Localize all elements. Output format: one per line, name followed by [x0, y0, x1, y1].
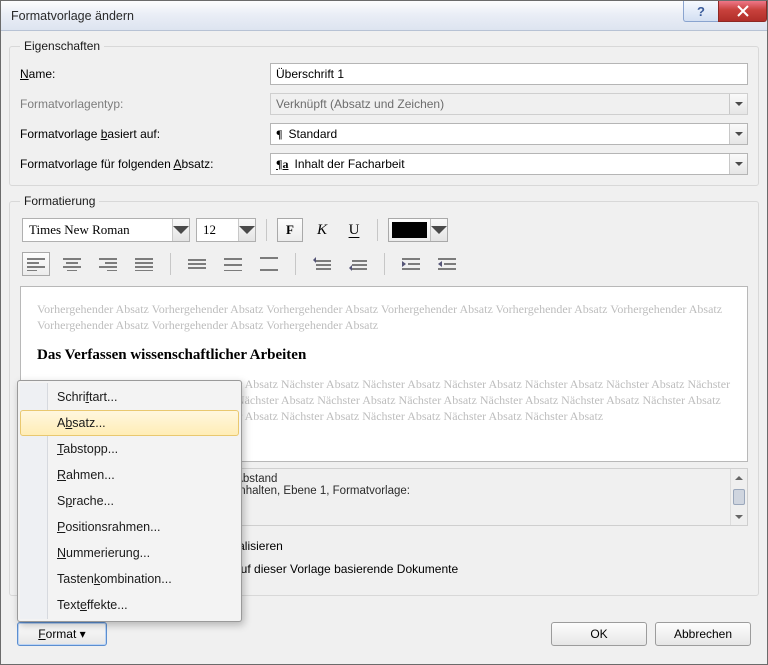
align-left-button[interactable]: [22, 252, 50, 276]
client-area: Eigenschaften NName:ame: Formatvorlagent…: [9, 39, 759, 656]
pilcrow-underline-icon: ¶a: [276, 157, 288, 172]
formatting-toolbar: Times New Roman 12 F K U: [20, 218, 748, 242]
style-name-input[interactable]: [270, 63, 748, 85]
indent-decrease-button[interactable]: [397, 252, 425, 276]
align-justify-button[interactable]: [130, 252, 158, 276]
menu-item-paragraph[interactable]: Absatz...: [20, 410, 239, 436]
close-icon: [737, 5, 749, 17]
menu-item-tabs[interactable]: Tabstopp...: [20, 436, 239, 462]
toolbar-separator: [266, 219, 267, 241]
preview-sample-heading: Das Verfassen wissenschaftlicher Arbeite…: [37, 345, 731, 365]
help-button[interactable]: ?: [683, 1, 718, 22]
menu-item-border[interactable]: Rahmen...: [20, 462, 239, 488]
styletype-label: Formatvorlagentyp:: [20, 97, 270, 111]
properties-group: Eigenschaften NName:ame: Formatvorlagent…: [9, 39, 759, 186]
linespace-1-button[interactable]: [183, 252, 211, 276]
italic-button[interactable]: K: [309, 218, 335, 242]
toolbar-separator: [170, 253, 171, 275]
toolbar-separator: [377, 219, 378, 241]
preview-before-text: Vorhergehender Absatz Vorhergehender Abs…: [37, 301, 731, 333]
format-menu: Schriftart... Absatz... Tabstopp... Rahm…: [17, 380, 242, 622]
bold-button[interactable]: F: [277, 218, 303, 242]
chevron-down-icon[interactable]: [430, 219, 447, 241]
cancel-button[interactable]: Abbrechen: [655, 622, 751, 646]
font-value: Times New Roman: [29, 222, 130, 238]
linespace-2-button[interactable]: [255, 252, 283, 276]
close-button[interactable]: [718, 1, 767, 22]
desc-scrollbar[interactable]: [730, 469, 747, 525]
fontsize-combo[interactable]: 12: [196, 218, 256, 242]
align-center-button[interactable]: [58, 252, 86, 276]
toolbar-separator: [384, 253, 385, 275]
modify-style-dialog: Formatvorlage ändern ? Eigenschaften NNa…: [0, 0, 768, 665]
menu-item-frame[interactable]: Positionsrahmen...: [20, 514, 239, 540]
fontcolor-button[interactable]: [388, 218, 448, 242]
scroll-down-icon[interactable]: [731, 508, 747, 525]
underline-button[interactable]: U: [341, 218, 367, 242]
scroll-up-icon[interactable]: [731, 469, 747, 486]
chevron-down-icon[interactable]: [729, 154, 747, 174]
font-combo[interactable]: Times New Roman: [22, 218, 190, 242]
menu-item-font[interactable]: Schriftart...: [20, 384, 239, 410]
name-label: NName:ame:: [20, 67, 270, 81]
format-button[interactable]: FormaFormatt ▾: [17, 622, 107, 646]
chevron-down-icon[interactable]: [238, 219, 255, 241]
indent-increase-button[interactable]: [433, 252, 461, 276]
titlebar: Formatvorlage ändern ?: [1, 1, 767, 31]
styletype-select: Verknüpft (Absatz und Zeichen): [270, 93, 748, 115]
scroll-thumb[interactable]: [733, 489, 745, 505]
styletype-value: Verknüpft (Absatz und Zeichen): [276, 97, 444, 111]
fontsize-value: 12: [203, 222, 216, 238]
align-right-button[interactable]: [94, 252, 122, 276]
menu-item-language[interactable]: Sprache...: [20, 488, 239, 514]
basedon-value: Standard: [288, 127, 337, 141]
chevron-down-icon[interactable]: [172, 219, 189, 241]
menu-item-numbering[interactable]: Nummerierung...: [20, 540, 239, 566]
nextpara-label: Formatvorlage für folgenden Absatz:: [20, 157, 270, 171]
basedon-label: Formatvorlage basiert auf:: [20, 127, 270, 141]
chevron-down-icon[interactable]: [729, 124, 747, 144]
menu-item-shortcut[interactable]: Tastenkombination...: [20, 566, 239, 592]
ok-button[interactable]: OK: [551, 622, 647, 646]
toolbar-separator: [295, 253, 296, 275]
linespace-1_5-button[interactable]: [219, 252, 247, 276]
paragraph-toolbar: [20, 252, 748, 286]
nextpara-value: Inhalt der Facharbeit: [294, 157, 404, 171]
dialog-buttons: FormaFormatt ▾ OK Abbrechen: [17, 622, 751, 646]
space-before-decrease-button[interactable]: [344, 252, 372, 276]
properties-legend: Eigenschaften: [20, 39, 104, 53]
color-swatch: [392, 222, 427, 238]
window-buttons: ?: [683, 1, 767, 22]
space-before-increase-button[interactable]: [308, 252, 336, 276]
chevron-down-icon: [729, 94, 747, 114]
basedon-select[interactable]: ¶ Standard: [270, 123, 748, 145]
formatting-legend: Formatierung: [20, 194, 99, 208]
nextpara-select[interactable]: ¶a Inhalt der Facharbeit: [270, 153, 748, 175]
window-title: Formatvorlage ändern: [11, 9, 134, 23]
menu-item-texteffects[interactable]: Texteffekte...: [20, 592, 239, 618]
pilcrow-icon: ¶: [276, 127, 282, 142]
